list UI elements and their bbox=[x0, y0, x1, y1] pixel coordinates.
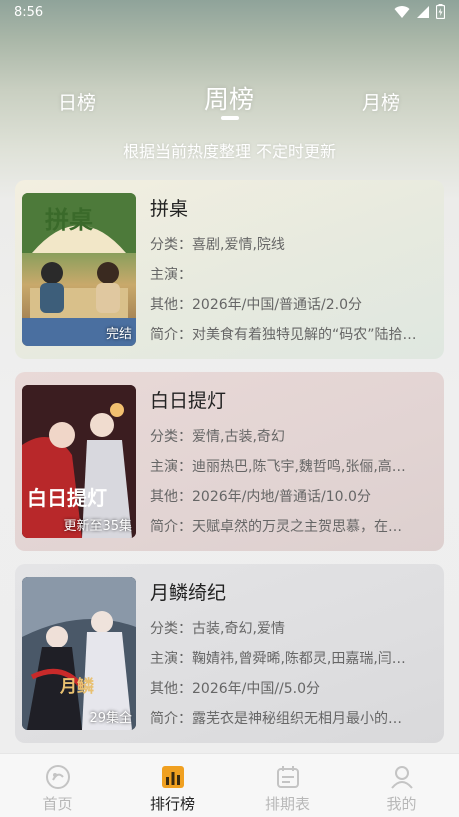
show-title: 拼桌 bbox=[150, 198, 189, 220]
ranking-card[interactable]: 月鳞 29集全 月鳞绮纪 分类：古装,奇幻,爱情 主演：鞠婧祎,曾舜晞,陈都灵,… bbox=[15, 564, 444, 743]
show-title: 月鳞绮纪 bbox=[150, 582, 227, 604]
tab-week[interactable]: 周榜 bbox=[204, 80, 254, 116]
episode-badge: 更新至35集 bbox=[63, 519, 132, 534]
wifi-icon bbox=[394, 5, 410, 18]
schedule-icon bbox=[277, 766, 299, 788]
nav-home[interactable]: 首页 bbox=[0, 754, 115, 817]
nav-schedule-label: 排期表 bbox=[264, 795, 310, 813]
signal-icon bbox=[417, 5, 429, 18]
poster-image[interactable]: 拼桌 完结 bbox=[22, 193, 136, 346]
status-icons bbox=[394, 4, 445, 19]
card-info: 月鳞绮纪 分类：古装,奇幻,爱情 主演：鞠婧祎,曾舜晞,陈都灵,田嘉瑞,闫… 其… bbox=[150, 578, 435, 734]
tab-month[interactable]: 月榜 bbox=[362, 88, 400, 115]
nav-profile[interactable]: 我的 bbox=[344, 754, 459, 817]
tab-active-indicator bbox=[221, 116, 239, 120]
poster-title-text: 白日提灯 bbox=[27, 486, 107, 510]
poster-title-text: 拼桌 bbox=[45, 206, 93, 234]
status-time: 8:56 bbox=[14, 5, 44, 20]
nav-schedule[interactable]: 排期表 bbox=[230, 754, 345, 817]
battery-icon bbox=[436, 4, 445, 19]
episode-badge: 29集全 bbox=[89, 711, 132, 726]
episode-badge: 完结 bbox=[105, 327, 132, 342]
ranking-icon bbox=[162, 766, 184, 788]
show-other: 其他：2026年/内地/普通话/10.0分 bbox=[150, 489, 371, 505]
bottom-navigation: 首页 排行榜 排期表 我的 bbox=[0, 753, 459, 817]
status-bar: 8:56 bbox=[0, 0, 459, 26]
home-icon bbox=[46, 765, 70, 789]
card-info: 白日提灯 分类：爱情,古装,奇幻 主演：迪丽热巴,陈飞宇,魏哲鸣,张俪,高… 其… bbox=[150, 386, 435, 542]
show-other: 其他：2026年/中国/普通话/2.0分 bbox=[150, 297, 363, 313]
show-category: 分类：古装,奇幻,爱情 bbox=[150, 621, 285, 637]
ranking-subtitle: 根据当前热度整理 不定时更新 bbox=[122, 142, 337, 161]
card-info: 拼桌 分类：喜剧,爱情,院线 主演： 其他：2026年/中国/普通话/2.0分 … bbox=[150, 194, 435, 350]
nav-ranking[interactable]: 排行榜 bbox=[115, 754, 230, 817]
nav-home-label: 首页 bbox=[42, 795, 73, 813]
poster-title-text: 月鳞 bbox=[59, 676, 95, 697]
ranking-card[interactable]: 拼桌 完结 拼桌 分类：喜剧,爱情,院线 主演： 其他：2026年/中国/普通话… bbox=[15, 180, 444, 359]
show-cast: 主演： bbox=[150, 267, 192, 283]
ranking-card[interactable]: 白日提灯 更新至35集 白日提灯 分类：爱情,古装,奇幻 主演：迪丽热巴,陈飞宇… bbox=[15, 372, 444, 551]
show-intro: 简介：露芜衣是神秘组织无相月最小的… bbox=[150, 711, 402, 727]
poster-image[interactable]: 月鳞 29集全 bbox=[22, 577, 136, 730]
nav-ranking-label: 排行榜 bbox=[149, 795, 195, 813]
ranking-tabs: 日榜 周榜 月榜 bbox=[0, 78, 459, 122]
ranking-list: 拼桌 完结 拼桌 分类：喜剧,爱情,院线 主演： 其他：2026年/中国/普通话… bbox=[15, 180, 444, 756]
show-intro: 简介：对美食有着独特见解的“码农”陆拾… bbox=[150, 327, 417, 343]
show-intro: 简介：天赋卓然的万灵之主贺思慕，在… bbox=[150, 519, 402, 535]
show-category: 分类：爱情,古装,奇幻 bbox=[150, 429, 285, 445]
show-other: 其他：2026年/中国//5.0分 bbox=[150, 681, 321, 697]
tab-day[interactable]: 日榜 bbox=[58, 88, 96, 115]
show-category: 分类：喜剧,爱情,院线 bbox=[150, 237, 285, 253]
nav-profile-label: 我的 bbox=[386, 795, 417, 813]
show-cast: 主演：迪丽热巴,陈飞宇,魏哲鸣,张俪,高… bbox=[150, 459, 406, 475]
show-title: 白日提灯 bbox=[150, 390, 227, 412]
profile-icon bbox=[391, 766, 413, 789]
poster-image[interactable]: 白日提灯 更新至35集 bbox=[22, 385, 136, 538]
show-cast: 主演：鞠婧祎,曾舜晞,陈都灵,田嘉瑞,闫… bbox=[150, 651, 406, 667]
